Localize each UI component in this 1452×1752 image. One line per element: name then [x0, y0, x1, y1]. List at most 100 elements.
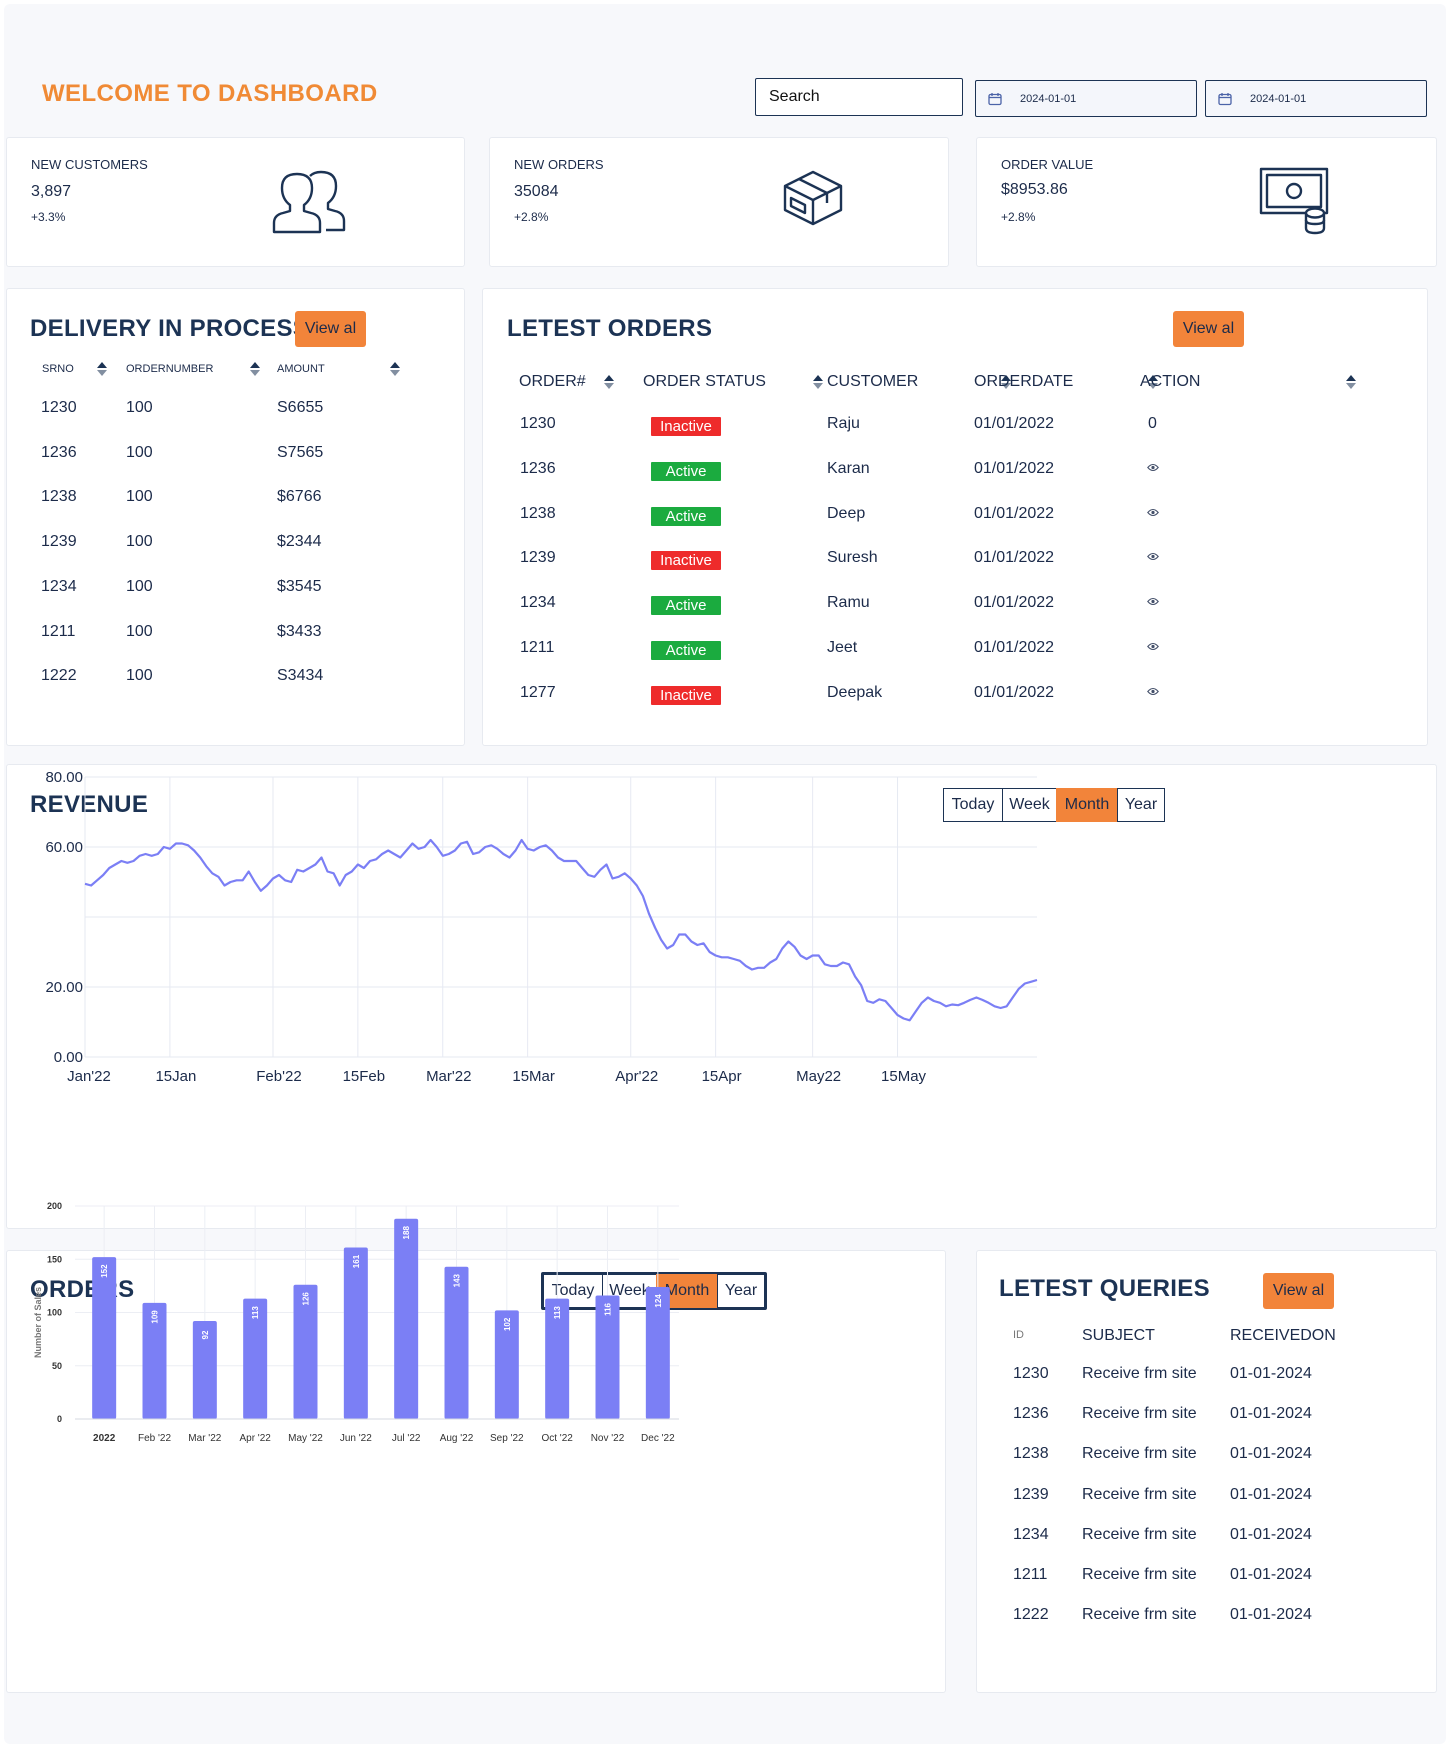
revenue-series-line	[84, 838, 1038, 1022]
y-tick-label: 150	[47, 1254, 62, 1264]
eye-icon[interactable]	[1147, 552, 1159, 561]
amount-cell: $3433	[277, 622, 322, 640]
stat-label: NEW CUSTOMERS	[31, 157, 148, 172]
order-id-cell: 1236	[520, 459, 556, 477]
date-from-input[interactable]: 2024-01-01	[975, 80, 1197, 117]
bar[interactable]	[444, 1266, 469, 1419]
bar[interactable]	[343, 1247, 368, 1419]
x-tick-label: Nov '22	[591, 1433, 625, 1444]
query-subject-cell: Receive frm site	[1082, 1405, 1197, 1423]
page-title: WELCOME TO DASHBOARD	[42, 80, 378, 107]
customer-cell: Ramu	[827, 594, 870, 612]
ordernumber-cell: 100	[126, 443, 153, 461]
orderdate-cell: 01/01/2022	[974, 594, 1055, 612]
action-cell[interactable]: 0	[1148, 415, 1157, 433]
x-tick-label: Sep '22	[490, 1433, 524, 1444]
orderdate-cell: 01/01/2022	[974, 639, 1055, 656]
eye-icon[interactable]	[1147, 642, 1159, 651]
eye-icon[interactable]	[1147, 597, 1159, 606]
y-tick-label: 0.00	[54, 1049, 83, 1066]
users-icon	[272, 170, 346, 234]
srno-cell: 1211	[41, 622, 76, 640]
orders-plot-area: 0 50 100 150 200 Number of Sales 152 2022 109 Feb…	[33, 1201, 679, 1444]
eye-icon[interactable]	[1147, 463, 1159, 472]
latest-orders-title: LETEST ORDERS	[507, 315, 713, 342]
stat-value: $8953.86	[1001, 181, 1068, 198]
x-tick-label: Mar'22	[426, 1068, 471, 1085]
query-subject-cell: Receive frm site	[1082, 1445, 1197, 1463]
latest-orders-view-all-button[interactable]: View al	[1173, 311, 1244, 347]
sort-icon[interactable]	[97, 362, 107, 376]
queries-card: LETEST QUERIES View al ID SUBJECT RECEIV…	[976, 1250, 1437, 1693]
x-tick-label: Mar '22	[188, 1433, 221, 1444]
srno-cell: 1236	[41, 443, 77, 461]
x-tick-label: Feb '22	[138, 1433, 171, 1444]
money-icon	[1259, 167, 1329, 235]
query-id-cell: 1236	[1013, 1405, 1049, 1423]
x-tick-label: Apr '22	[239, 1433, 271, 1444]
bar-value-label: 124	[654, 1294, 663, 1308]
order-id-cell: 1238	[520, 504, 556, 522]
sort-icon[interactable]	[250, 362, 260, 376]
bar[interactable]	[394, 1218, 419, 1419]
stat-change: +2.8%	[514, 210, 549, 224]
query-subject-cell: Receive frm site	[1082, 1525, 1197, 1543]
orderdate-cell: 01/01/2022	[974, 459, 1055, 477]
x-tick-label: Dec '22	[641, 1433, 675, 1444]
bar[interactable]	[92, 1257, 117, 1419]
srno-cell: 1222	[41, 667, 77, 685]
eye-icon[interactable]	[1147, 687, 1159, 696]
col-header-subject: SUBJECT	[1082, 1327, 1155, 1344]
queries-title: LETEST QUERIES	[999, 1275, 1210, 1302]
col-header-receivedon: RECEIVEDON	[1230, 1327, 1336, 1344]
bar-value-label: 116	[604, 1302, 613, 1315]
eye-icon[interactable]	[1147, 508, 1159, 517]
orderdate-cell: 01/01/2022	[974, 415, 1055, 432]
date-to-input[interactable]: 2024-01-01	[1205, 80, 1427, 117]
y-tick-label: 60.00	[45, 839, 83, 856]
sort-icon[interactable]	[604, 375, 614, 389]
srno-cell: 1230	[41, 399, 77, 416]
x-tick-label: 15Jan	[155, 1068, 196, 1085]
bar-value-label: 188	[402, 1226, 411, 1240]
query-date-cell: 01-01-2024	[1230, 1606, 1312, 1624]
order-id-cell: 1234	[520, 594, 556, 612]
sort-icon[interactable]	[1148, 375, 1158, 389]
x-tick-label: Jun '22	[340, 1433, 372, 1444]
stat-value: 35084	[514, 183, 559, 200]
x-tick-label: Jan'22	[67, 1068, 111, 1085]
x-tick-label: 15Feb	[343, 1068, 386, 1085]
y-axis-title: Number of Sales	[33, 1287, 43, 1358]
order-id-cell: 1277	[520, 683, 556, 701]
order-id-cell: 1211	[520, 639, 555, 656]
ordernumber-cell: 100	[126, 399, 153, 416]
queries-view-all-button[interactable]: View al	[1263, 1273, 1334, 1309]
customer-cell: Suresh	[827, 549, 878, 567]
y-tick-label: 100	[47, 1308, 62, 1318]
ordernumber-cell: 100	[126, 577, 153, 595]
orders-card: ORDERS Today Week Month Year 0 50 100 150 200 Nu…	[6, 1201, 946, 1693]
delivery-card: DELIVERY IN PROCESS View al SRNO ORDERNU…	[6, 288, 465, 746]
ordernumber-cell: 100	[126, 533, 153, 551]
customer-cell: Deepak	[827, 683, 883, 701]
status-badge: Inactive	[651, 551, 721, 571]
status-badge: Inactive	[651, 685, 721, 705]
stat-change: +2.8%	[1001, 210, 1036, 224]
sort-icon[interactable]	[1346, 375, 1356, 389]
status-badge: Active	[651, 596, 721, 616]
sort-icon[interactable]	[813, 375, 823, 389]
query-date-cell: 01-01-2024	[1230, 1485, 1312, 1503]
latest-orders-card: LETEST ORDERS View al ORDER# ORDER STATU…	[482, 288, 1428, 746]
x-tick-label: 2022	[93, 1433, 116, 1444]
sort-icon[interactable]	[390, 362, 400, 376]
customer-cell: Deep	[827, 504, 866, 522]
customer-cell: Karan	[827, 459, 870, 477]
query-id-cell: 1238	[1013, 1445, 1049, 1463]
search-input[interactable]: Search	[755, 78, 963, 116]
y-tick-label: 50	[52, 1361, 62, 1371]
query-subject-cell: Receive frm site	[1082, 1485, 1197, 1503]
col-header-order-status: ORDER STATUS	[643, 373, 766, 390]
delivery-view-all-button[interactable]: View al	[295, 311, 366, 347]
sort-icon[interactable]	[1001, 375, 1011, 389]
status-badge: Active	[651, 506, 721, 526]
